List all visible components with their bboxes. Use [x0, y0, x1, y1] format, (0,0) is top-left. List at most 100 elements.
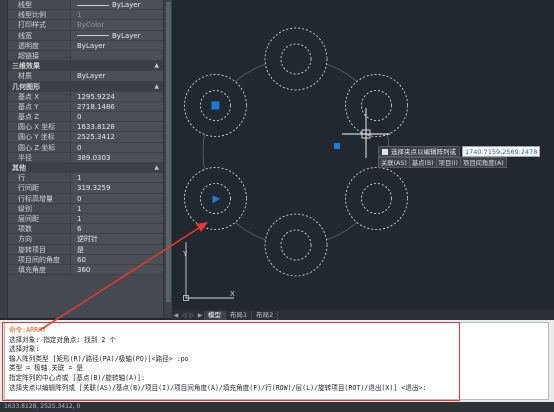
property-row[interactable]: 填充角度 360 [8, 264, 163, 276]
base-grip[interactable] [211, 101, 220, 110]
property-key: 材质 [18, 72, 32, 81]
property-key: 圆心 Y 坐标 [18, 133, 55, 142]
property-value[interactable]: 是 [70, 244, 163, 254]
command-line: 选择夹点以编辑阵列或 [关联(AS)/基点(B)/项目(I)/项目间角度(A)/… [9, 383, 427, 392]
array-item[interactable] [345, 74, 408, 137]
array-item[interactable] [264, 213, 328, 277]
collapse-arrow-icon[interactable]: ▲ [154, 61, 159, 71]
collapse-arrow-icon[interactable]: ▲ [154, 82, 159, 92]
array-item[interactable] [264, 27, 328, 91]
property-row[interactable]: 项数 6 [8, 224, 163, 235]
tab-nav-next-icon[interactable]: ▷ [188, 312, 196, 319]
property-list: 线型 ByLayer 线型比例 1 打印样式 ByColor 线宽 ByLayer 透明度 ByL… [8, 0, 163, 276]
property-key: 行间距 [18, 184, 39, 193]
dynamic-input-options: 关联(AS) 基点(B) 项目(I) 项目间角度(A) [378, 157, 507, 168]
tab-nav-prev-icon[interactable]: ◁ [180, 312, 188, 319]
property-value-text: ByColor [77, 21, 105, 30]
property-row[interactable]: 行1 [8, 173, 163, 184]
palette-scrollbar[interactable] [163, 0, 172, 318]
property-value[interactable]: 1633.8128 [70, 122, 163, 132]
property-row[interactable]: 半径 389.0303 [8, 152, 163, 163]
property-row[interactable]: 打印样式 ByColor [8, 20, 163, 31]
center-grip[interactable] [334, 143, 340, 149]
property-value[interactable]: 1 [70, 173, 163, 183]
array-item[interactable] [184, 74, 247, 137]
property-row[interactable]: 线型 ByLayer [8, 0, 163, 11]
property-value[interactable]: ByLayer [70, 40, 163, 50]
property-value[interactable]: 0 [70, 193, 163, 203]
property-section-header[interactable]: 三维效果 ▲ [8, 61, 163, 72]
property-row[interactable]: 层间距 1 [8, 213, 163, 225]
property-key: 行标高增量 [18, 194, 53, 203]
property-row[interactable]: 基点 X 1295.9224 [8, 91, 163, 102]
option-angle-between[interactable]: 项目间角度(A) [460, 157, 507, 168]
array-item[interactable] [345, 167, 408, 230]
property-value[interactable]: 2525.3412 [70, 132, 163, 142]
option-associative[interactable]: 关联(AS) [378, 157, 410, 168]
grip-menu-icon [382, 148, 388, 155]
property-value[interactable]: 0 [70, 112, 163, 122]
property-value-text: 319.3259 [77, 184, 111, 193]
property-value[interactable]: 360 [70, 264, 163, 275]
property-value[interactable]: 60 [70, 254, 163, 264]
dynamic-input-coordinate-field[interactable]: 1740.7159,2569.2478 [462, 145, 541, 157]
property-value[interactable]: 逆时针 [70, 234, 163, 244]
property-value[interactable]: ByLayer [70, 71, 163, 81]
property-value[interactable]: ByLayer [70, 30, 163, 40]
property-row[interactable]: 线型比例 1 [8, 10, 163, 21]
command-window: 命令:ARRAY 选择对象: 指定对角点: 找到 2 个选择对象: 输入阵列类型 [… [0, 320, 554, 402]
tab-nav-last-icon[interactable]: ▶ [196, 312, 204, 319]
property-row[interactable]: 透明度 ByLayer [8, 40, 163, 51]
property-value-text: 1 [77, 204, 82, 213]
property-value-text: 60 [77, 255, 86, 264]
property-row[interactable]: 材质 ByLayer [8, 71, 163, 82]
tab-nav-first-icon[interactable]: ◀ [172, 312, 180, 319]
status-bar: 1633.8128, 2525.3412, 0 [0, 402, 554, 412]
property-row[interactable]: 旋转项目 是 [8, 244, 163, 255]
property-row[interactable]: 行间距 319.3259 [8, 183, 163, 194]
tab-model[interactable]: 模型 [204, 310, 226, 320]
property-row[interactable]: 圆心 Z 坐标 0 [8, 142, 163, 153]
property-key: 项数 [18, 225, 32, 234]
array-item-outer-circle [264, 27, 328, 91]
property-value[interactable]: 319.3259 [70, 183, 163, 193]
tab-layout2[interactable]: 布局2 [252, 310, 279, 320]
property-value[interactable]: ByLayer [70, 0, 163, 10]
property-value[interactable]: 2718.1486 [70, 101, 163, 112]
tab-layout1[interactable]: 布局1 [226, 310, 253, 320]
property-value[interactable]: 1 [70, 203, 163, 213]
array-item[interactable] [184, 167, 247, 230]
coordinate-readout: 1633.8128, 2525.3412, 0 [4, 403, 81, 410]
palette-scrollbar-thumb[interactable] [166, 2, 171, 302]
line-swatch-icon [77, 4, 109, 6]
property-value[interactable]: 1 [70, 10, 163, 20]
property-row[interactable]: 超链接 [8, 50, 163, 62]
palette-title-strip[interactable] [0, 0, 8, 318]
property-value[interactable]: 389.0303 [70, 152, 163, 162]
option-base-point[interactable]: 基点(B) [408, 157, 437, 168]
property-row[interactable]: 基点 Y 2718.1486 [8, 101, 163, 113]
command-history[interactable]: 命令:ARRAY 选择对象: 指定对角点: 找到 2 个选择对象: 输入阵列类型 [… [4, 322, 549, 400]
property-row[interactable]: 级别 1 [8, 203, 163, 214]
property-value[interactable]: 0 [70, 142, 163, 152]
property-row[interactable]: 圆心 Y 坐标 2525.3412 [8, 132, 163, 143]
command-line: 输入阵列类型 [矩形(R)/路径(PA)/极轴(PO)]<路径> :po [9, 354, 189, 363]
property-row[interactable]: 项目间的角度 60 [8, 254, 163, 265]
property-value[interactable]: 6 [70, 224, 163, 234]
property-row[interactable]: 圆心 X 坐标 1633.8128 [8, 122, 163, 133]
property-value[interactable]: 1 [70, 213, 163, 224]
option-items[interactable]: 项目(I) [435, 157, 462, 168]
property-value-text: 2718.1486 [77, 102, 115, 111]
property-row[interactable]: 行标高增量 0 [8, 193, 163, 204]
property-row[interactable]: 方向 逆时针 [8, 234, 163, 245]
property-section-header[interactable]: 其他 ▲ [8, 163, 163, 174]
property-section-header[interactable]: 几何图形 ▲ [8, 81, 163, 92]
property-value[interactable]: 1295.9224 [70, 91, 163, 101]
property-key: 级别 [18, 204, 32, 213]
property-row[interactable]: 基点 Z 0 [8, 112, 163, 123]
command-line: 选择对象: [9, 345, 40, 354]
property-row[interactable]: 线宽 ByLayer [8, 30, 163, 41]
property-value[interactable]: ByColor [70, 20, 163, 30]
collapse-arrow-icon[interactable]: ▲ [154, 163, 159, 173]
property-value[interactable] [70, 50, 163, 61]
